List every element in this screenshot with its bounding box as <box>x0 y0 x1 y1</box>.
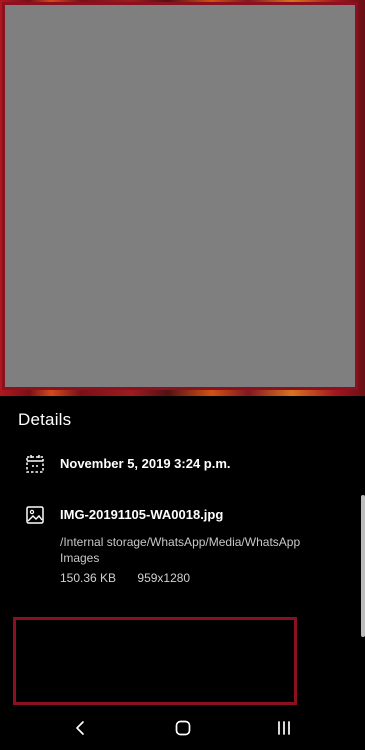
redacted-region <box>13 617 297 705</box>
file-meta: 150.36 KB 959x1280 <box>60 571 190 585</box>
details-title: Details <box>18 410 72 429</box>
recents-icon <box>278 721 290 735</box>
home-icon <box>175 720 191 736</box>
image-icon <box>25 505 45 525</box>
file-path: /Internal storage/WhatsApp/Media/WhatsAp… <box>60 535 301 565</box>
back-icon <box>76 721 84 735</box>
date-taken-row: November 5, 2019 3:24 p.m. <box>25 452 345 476</box>
navigation-bar <box>0 706 365 750</box>
image-resolution: 959x1280 <box>137 571 191 585</box>
photo-preview[interactable] <box>0 0 365 396</box>
calendar-icon <box>25 454 45 474</box>
back-button[interactable] <box>61 712 101 744</box>
file-info-row: IMG-20191105-WA0018.jpg /Internal storag… <box>25 503 345 593</box>
file-size: 150.36 KB <box>60 571 117 585</box>
scrollbar[interactable] <box>361 495 365 637</box>
home-button[interactable] <box>163 712 203 744</box>
photo-redaction <box>2 2 358 390</box>
details-panel: Details November 5, 2019 3:24 p.m. IMG-2… <box>0 396 365 750</box>
recents-button[interactable] <box>264 712 304 744</box>
file-name: IMG-20191105-WA0018.jpg <box>60 507 224 522</box>
date-taken-text: November 5, 2019 3:24 p.m. <box>60 456 231 471</box>
